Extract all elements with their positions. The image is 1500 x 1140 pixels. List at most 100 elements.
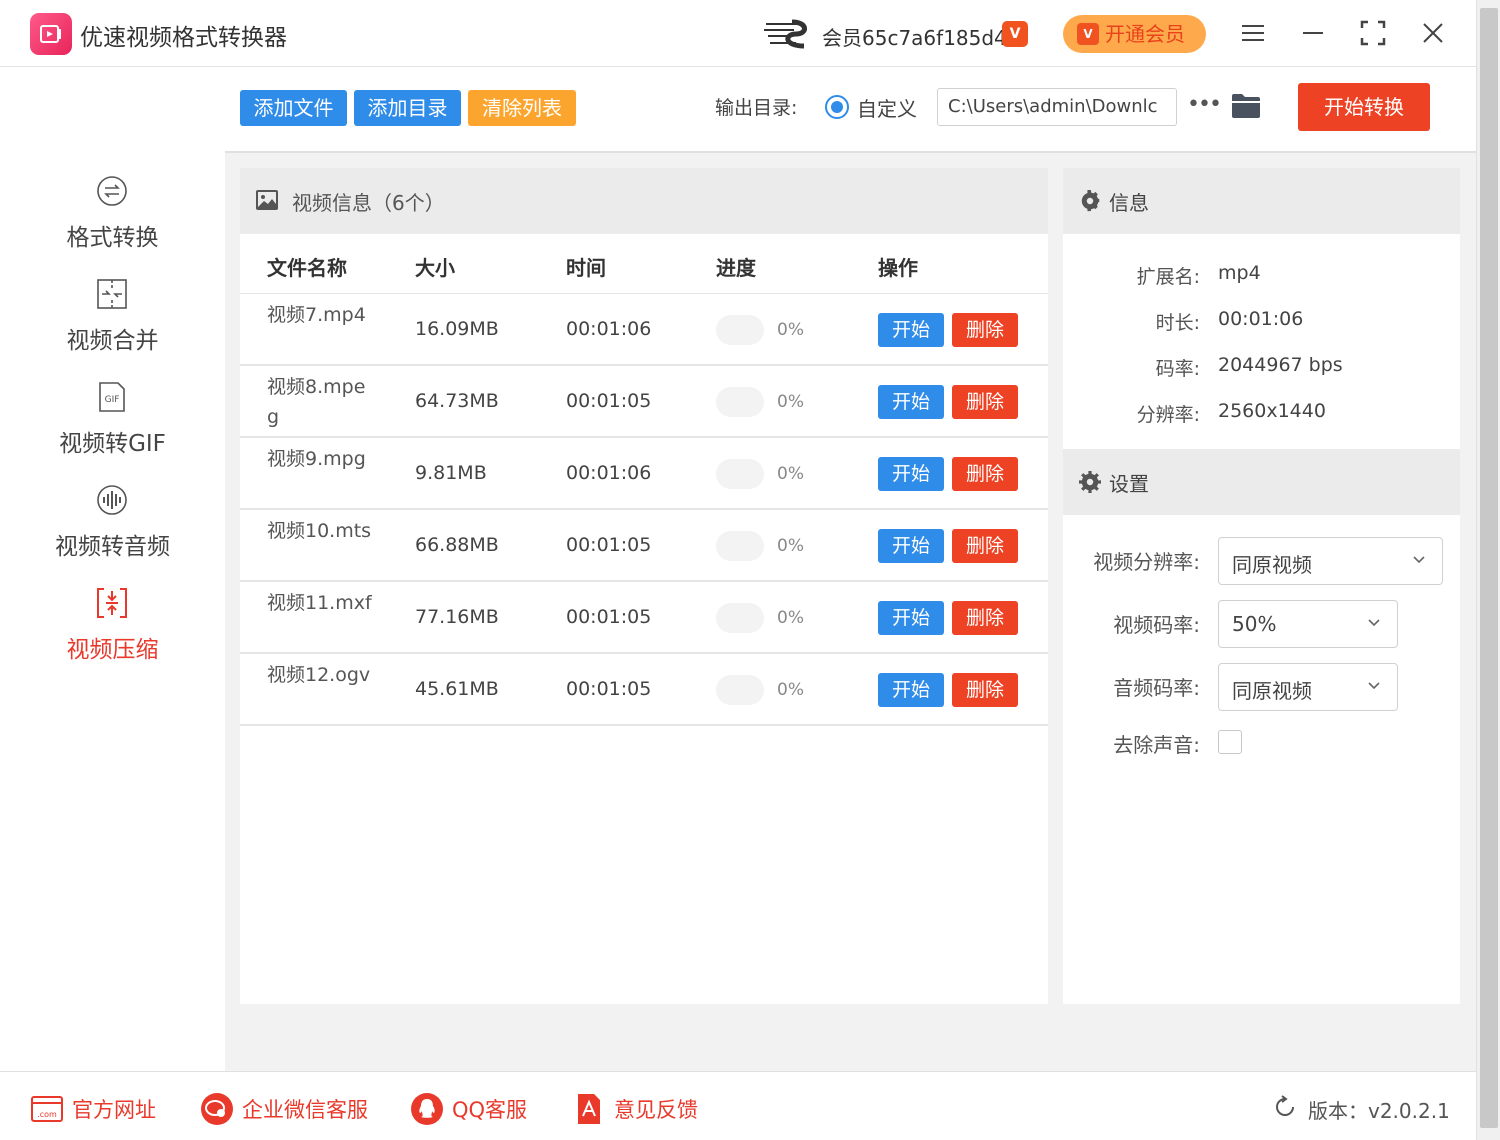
column-header-size: 大小 [415,256,455,280]
start-button[interactable]: 开始 [878,385,944,419]
format-convert-icon [97,176,127,206]
maximize-icon[interactable] [1358,18,1388,48]
info-value: mp4 [1218,262,1261,284]
sidebar-item-compress[interactable]: 视频压缩 [0,587,225,687]
info-title: 信息 [1109,191,1149,215]
audio-bitrate-select[interactable]: 同原视频 [1218,663,1398,711]
file-size: 66.88MB [415,534,499,556]
video-bitrate-label: 视频码率: [1113,613,1200,637]
add-directory-button[interactable]: 添加目录 [354,90,461,126]
menu-icon[interactable] [1238,18,1268,48]
remove-audio-checkbox[interactable] [1218,730,1242,754]
table-row[interactable]: 视频7.mp4 16.09MB 00:01:06 0% 开始 删除 [240,294,1048,366]
compress-icon [97,588,127,618]
delete-button[interactable]: 删除 [952,529,1018,563]
output-dir-label: 输出目录: [715,97,798,119]
gif-icon: GIF [99,382,125,412]
main-area: 添加文件 添加目录 清除列表 输出目录: 自定义 C:\Users\admin\… [225,68,1476,1071]
info-key: 扩展名: [1136,266,1200,288]
table-row[interactable]: 视频9.mpg 9.81MB 00:01:06 0% 开始 删除 [240,438,1048,510]
progress-text: 0% [777,464,804,484]
file-name: 视频8.mpeg [267,376,366,428]
user-logo-icon [764,19,807,49]
table-row[interactable]: 视频10.mts 66.88MB 00:01:05 0% 开始 删除 [240,510,1048,582]
progress-text: 0% [777,608,804,628]
sidebar-item-label: 视频转音频 [55,534,170,560]
settings-title: 设置 [1109,472,1149,496]
start-button[interactable]: 开始 [878,529,944,563]
start-convert-button[interactable]: 开始转换 [1298,83,1430,131]
delete-button[interactable]: 删除 [952,673,1018,707]
refresh-icon [1276,1095,1294,1116]
feedback-icon [578,1094,600,1124]
open-vip-button[interactable]: V 开通会员 [1063,15,1206,53]
info-value: 2044967 bps [1218,354,1343,376]
sidebar-item-format-convert[interactable]: 格式转换 [0,175,225,275]
video-resolution-select[interactable]: 同原视频 [1218,537,1443,585]
remove-audio-label: 去除声音: [1113,733,1200,757]
sidebar-item-gif[interactable]: GIF 视频转GIF [0,381,225,481]
output-path-input[interactable]: C:\Users\admin\Downlc [937,88,1177,126]
feedback-label: 意见反馈 [614,1098,698,1122]
scrollbar[interactable] [1476,0,1500,1140]
audio-bitrate-value: 同原视频 [1232,679,1312,703]
wechat-icon [201,1093,233,1125]
delete-button[interactable]: 删除 [952,457,1018,491]
file-name: 视频10.mts [267,520,372,542]
sidebar: 格式转换 视频合并 GIF 视频转GIF 视频转音频 视频压缩 [0,68,225,1071]
start-button[interactable]: 开始 [878,601,944,635]
folder-icon[interactable] [1231,93,1261,119]
add-file-button[interactable]: 添加文件 [240,90,347,126]
sidebar-item-label: 视频压缩 [66,637,159,663]
scrollbar-thumb[interactable] [1480,8,1498,1128]
file-time: 00:01:05 [566,678,652,700]
sidebar-item-merge[interactable]: 视频合并 [0,278,225,378]
custom-radio[interactable] [825,95,849,119]
video-list-header: 视频信息（6个） [240,168,1048,234]
video-bitrate-select[interactable]: 50% [1218,600,1398,648]
column-header-progress: 进度 [716,256,756,280]
image-icon [256,190,278,210]
audio-icon [97,485,127,515]
clear-list-button[interactable]: 清除列表 [468,90,576,126]
app-logo-icon [30,13,72,55]
column-header-time: 时间 [566,256,606,280]
table-header: 文件名称 大小 时间 进度 操作 [240,234,1048,294]
app-title: 优速视频格式转换器 [80,25,287,51]
vip-icon: V [1077,23,1099,45]
minimize-icon[interactable] [1298,18,1328,48]
file-time: 00:01:05 [566,390,652,412]
start-button[interactable]: 开始 [878,673,944,707]
footer: .com 官方网址 企业微信客服 QQ客服 意见反馈 版本：v2.0.2.1 [0,1071,1476,1140]
table-row[interactable]: 视频12.ogv 45.61MB 00:01:05 0% 开始 删除 [240,654,1048,726]
settings-header: 设置 [1063,449,1460,515]
custom-radio-label: 自定义 [857,97,917,121]
more-options-button[interactable]: ••• [1187,92,1222,117]
video-list-title: 视频信息（6个） [292,191,445,215]
info-value: 00:01:06 [1218,308,1304,330]
file-size: 45.61MB [415,678,499,700]
table-row[interactable]: 视频11.mxf 77.16MB 00:01:05 0% 开始 删除 [240,582,1048,654]
sidebar-item-label: 格式转换 [66,225,159,251]
delete-button[interactable]: 删除 [952,385,1018,419]
close-icon[interactable] [1418,18,1448,48]
column-header-name: 文件名称 [267,256,347,280]
table-row[interactable]: 视频8.mpeg 64.73MB 00:01:05 0% 开始 删除 [240,366,1048,438]
delete-button[interactable]: 删除 [952,601,1018,635]
info-header: 信息 [1063,168,1460,234]
start-button[interactable]: 开始 [878,457,944,491]
start-button[interactable]: 开始 [878,313,944,347]
sidebar-item-label: 视频合并 [66,328,159,354]
progress-text: 0% [777,320,804,340]
audio-bitrate-label: 音频码率: [1113,676,1200,700]
delete-button[interactable]: 删除 [952,313,1018,347]
sidebar-item-audio[interactable]: 视频转音频 [0,484,225,584]
info-key: 分辨率: [1136,404,1200,426]
sidebar-item-label: 视频转GIF [59,431,166,457]
file-size: 77.16MB [415,606,499,628]
progress-bar [716,315,764,345]
file-size: 16.09MB [415,318,499,340]
progress-text: 0% [777,536,804,556]
title-bar: 优速视频格式转换器 会员65c7a6f185d4 V V 开通会员 [0,0,1476,67]
chevron-down-icon [1368,619,1380,627]
